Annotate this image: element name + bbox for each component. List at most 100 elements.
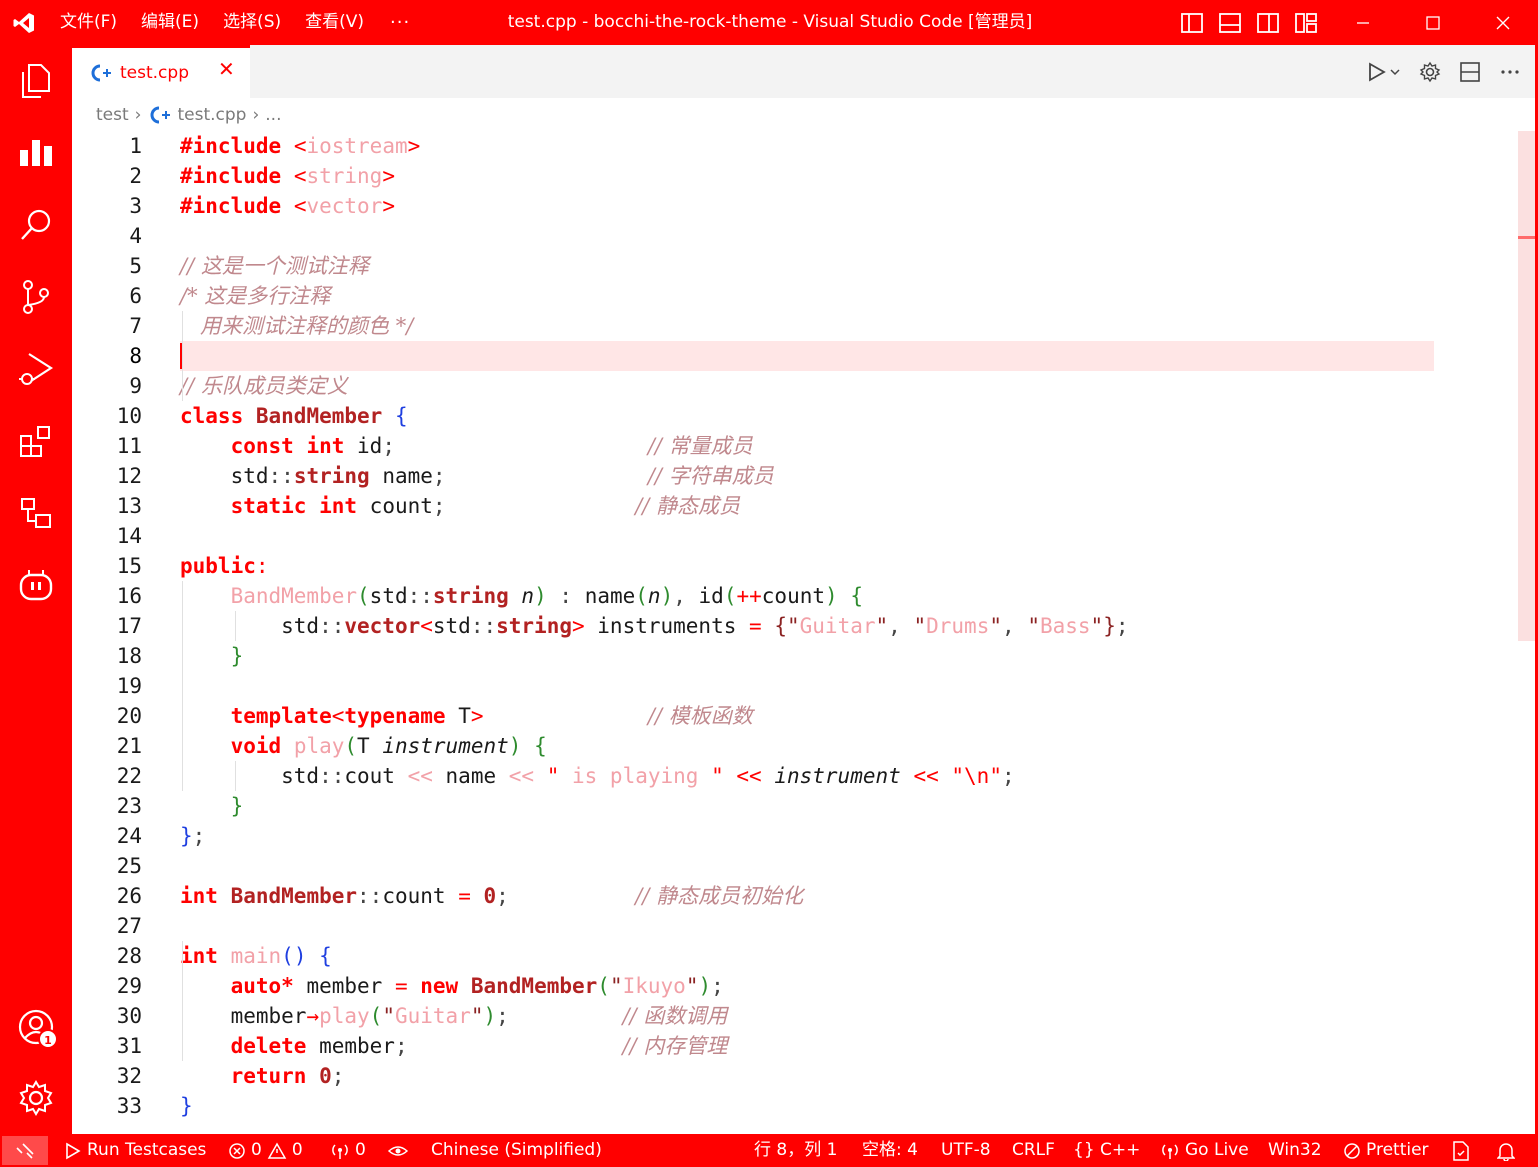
code-line[interactable]: 33}	[72, 1091, 1512, 1121]
code-line[interactable]: 7 用来测试注释的颜色 */	[72, 311, 1512, 341]
breadcrumb-more[interactable]: ...	[265, 105, 281, 125]
settings-gear-icon[interactable]	[1419, 61, 1441, 83]
code-line[interactable]: 1 #include <iostream>	[72, 131, 1512, 161]
code-line[interactable]: 18 }	[72, 641, 1512, 671]
breadcrumb-folder[interactable]: test	[96, 105, 129, 125]
customize-layout-icon[interactable]	[1294, 12, 1318, 34]
breadcrumb-file[interactable]: test.cpp	[177, 105, 246, 125]
prettier-item[interactable]: Prettier	[1343, 1134, 1429, 1167]
minimize-button[interactable]	[1328, 0, 1398, 45]
extensions-icon[interactable]	[0, 405, 72, 477]
line-number: 17	[116, 614, 142, 638]
error-count: 0	[251, 1140, 262, 1160]
code-line[interactable]: 14	[72, 521, 1512, 551]
warning-icon	[267, 1141, 287, 1159]
code-line[interactable]: 29 auto* member = new BandMember("Ikuyo"…	[72, 971, 1512, 1001]
bell-icon	[1497, 1142, 1515, 1161]
code-line[interactable]: 28 int main() {	[72, 941, 1512, 971]
line-number: 31	[116, 1034, 142, 1058]
copilot-icon[interactable]	[0, 549, 72, 621]
ports-item[interactable]: 0	[330, 1134, 366, 1167]
problems-item[interactable]: 0 0	[228, 1134, 303, 1167]
code-line[interactable]: 9 // 乐队成员类定义	[72, 371, 1512, 401]
code-text: }	[230, 794, 244, 818]
code-line[interactable]: 23 }	[72, 791, 1512, 821]
platform-item[interactable]: Win32	[1268, 1134, 1322, 1167]
manage-gear-icon[interactable]	[0, 1062, 72, 1134]
code-line[interactable]: 20 template<typename T> // 模板函数	[72, 701, 1512, 731]
code-line[interactable]: 2 #include <string>	[72, 161, 1512, 191]
code-line[interactable]: 12 std::string name; // 字符串成员	[72, 461, 1512, 491]
code-line[interactable]: 30 member→play("Guitar"); // 函数调用	[72, 1001, 1512, 1031]
remote-icon	[16, 1142, 34, 1159]
code-line[interactable]: 16 BandMember(std::string n) : name(n), …	[72, 581, 1512, 611]
scrollbar-thumb[interactable]	[1518, 131, 1535, 641]
run-debug-icon[interactable]	[0, 333, 72, 405]
menu-view[interactable]: 查看(V)	[293, 0, 376, 45]
menu-more[interactable]: ···	[376, 0, 424, 45]
language-mode-item[interactable]: {} C++	[1073, 1134, 1140, 1167]
code-line[interactable]: 3 #include <vector>	[72, 191, 1512, 221]
line-number: 32	[116, 1064, 142, 1088]
notifications-item[interactable]	[1497, 1134, 1515, 1167]
eye-icon	[388, 1145, 408, 1156]
cursor-position-item[interactable]: 行 8，列 1	[754, 1134, 837, 1167]
code-line[interactable]: 21 void play(T instrument) {	[72, 731, 1512, 761]
code-line[interactable]: 4	[72, 221, 1512, 251]
more-actions-icon[interactable]	[1499, 61, 1521, 83]
menu-selection[interactable]: 选择(S)	[211, 0, 293, 45]
remote-explorer-icon[interactable]	[0, 477, 72, 549]
code-line[interactable]: 19	[72, 671, 1512, 701]
encoding-item[interactable]: UTF-8	[941, 1134, 991, 1167]
code-line[interactable]: 17 std::vector<std::string> instruments …	[72, 611, 1512, 641]
run-testcases-item[interactable]: Run Testcases	[64, 1134, 206, 1167]
code-line[interactable]: 10 class BandMember {	[72, 401, 1512, 431]
code-line[interactable]: 15 public:	[72, 551, 1512, 581]
code-line[interactable]: 25	[72, 851, 1512, 881]
code-line[interactable]: 31 delete member; // 内存管理	[72, 1031, 1512, 1061]
menu-edit[interactable]: 编辑(E)	[129, 0, 211, 45]
remote-indicator[interactable]	[2, 1136, 48, 1165]
feedback-item[interactable]	[1452, 1134, 1470, 1167]
line-number: 15	[116, 554, 142, 578]
error-icon	[229, 1142, 245, 1159]
maximize-button[interactable]	[1398, 0, 1468, 45]
toggle-secondary-sidebar-icon[interactable]	[1256, 12, 1280, 34]
code-line[interactable]: 24};	[72, 821, 1512, 851]
split-editor-icon[interactable]	[1459, 61, 1481, 83]
line-number: 25	[116, 854, 142, 878]
code-line[interactable]: 8	[72, 341, 1512, 371]
toggle-panel-icon[interactable]	[1218, 12, 1242, 34]
close-window-button[interactable]	[1468, 0, 1538, 45]
code-line[interactable]: 27	[72, 911, 1512, 941]
explorer-icon[interactable]	[0, 45, 72, 117]
language-pack-item[interactable]: Chinese (Simplified)	[431, 1134, 602, 1167]
code-line[interactable]: 6 /* 这是多行注释	[72, 281, 1512, 311]
accounts-badge: 1	[38, 1029, 58, 1049]
code-line[interactable]: 5 // 这是一个测试注释	[72, 251, 1512, 281]
code-editor[interactable]: 1 #include <iostream> 2 #include <string> 3 #…	[72, 131, 1512, 1121]
code-line[interactable]: 26 int BandMember::count = 0; // 静态成员初始化	[72, 881, 1512, 911]
live-share-item[interactable]	[388, 1134, 408, 1167]
accounts-icon[interactable]	[0, 991, 72, 1063]
toggle-primary-sidebar-icon[interactable]	[1180, 12, 1204, 34]
code-line[interactable]: 22 std::cout << name << " is playing " <…	[72, 761, 1512, 791]
line-number: 27	[116, 914, 142, 938]
go-live-item[interactable]: Go Live	[1160, 1134, 1249, 1167]
indentation-item[interactable]: 空格: 4	[862, 1134, 918, 1167]
vscode-logo-icon[interactable]	[0, 0, 48, 45]
line-number: 13	[116, 494, 142, 518]
menu-file[interactable]: 文件(F)	[48, 0, 129, 45]
broadcast-icon	[332, 1143, 348, 1159]
run-code-icon[interactable]	[1367, 61, 1401, 83]
layout-controls	[1180, 0, 1318, 45]
charts-icon[interactable]	[0, 117, 72, 189]
code-line[interactable]: 13 static int count; // 静态成员	[72, 491, 1512, 521]
search-icon[interactable]	[0, 189, 72, 261]
chevron-right-icon: ›	[134, 105, 142, 125]
code-line[interactable]: 32 return 0;	[72, 1061, 1512, 1091]
tab-close-button[interactable]: ✕	[218, 57, 235, 81]
code-line[interactable]: 11 const int id; // 常量成员	[72, 431, 1512, 461]
source-control-icon[interactable]	[0, 261, 72, 333]
eol-item[interactable]: CRLF	[1012, 1134, 1055, 1167]
